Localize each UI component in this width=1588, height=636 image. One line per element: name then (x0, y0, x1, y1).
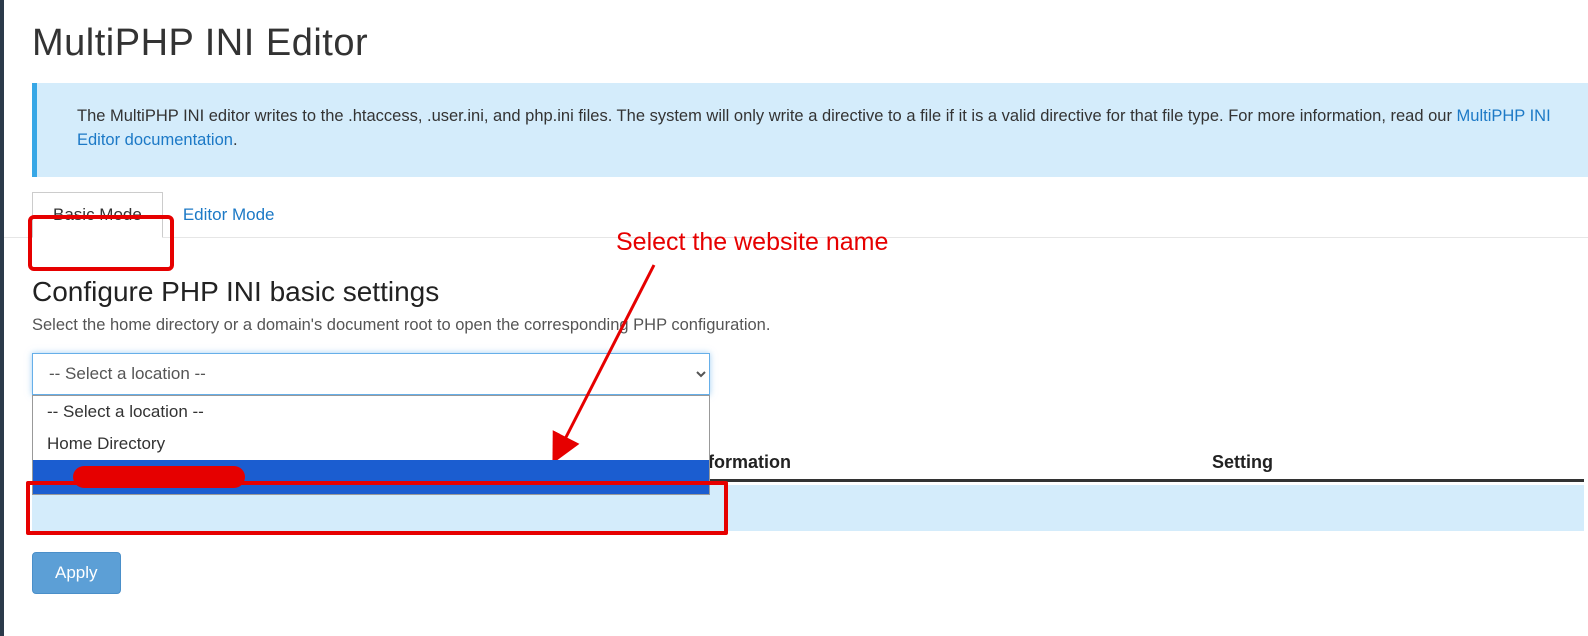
annotation-label: Select the website name (616, 228, 888, 257)
location-option-selected[interactable] (33, 460, 709, 494)
location-option-placeholder[interactable]: -- Select a location -- (33, 396, 709, 428)
location-dropdown-list: -- Select a location -- Home Directory (32, 395, 710, 495)
section-title: Configure PHP INI basic settings (32, 276, 1588, 308)
info-text-before: The MultiPHP INI editor writes to the .h… (77, 107, 1457, 125)
apply-button[interactable]: Apply (32, 552, 121, 594)
location-select-wrap: -- Select a location -- -- Select a loca… (32, 353, 1588, 395)
redaction-mark (73, 466, 245, 488)
tab-editor-mode[interactable]: Editor Mode (163, 193, 295, 237)
page-title: MultiPHP INI Editor (4, 0, 1588, 83)
location-option-home[interactable]: Home Directory (33, 428, 709, 460)
section-subtitle: Select the home directory or a domain's … (32, 316, 1588, 335)
col-header-information: Information (692, 452, 1212, 473)
info-text-after: . (233, 131, 238, 149)
location-select[interactable]: -- Select a location -- (32, 353, 710, 395)
col-header-setting: Setting (1212, 452, 1584, 473)
tab-basic-mode[interactable]: Basic Mode (32, 192, 163, 238)
info-notice: The MultiPHP INI editor writes to the .h… (32, 83, 1588, 177)
